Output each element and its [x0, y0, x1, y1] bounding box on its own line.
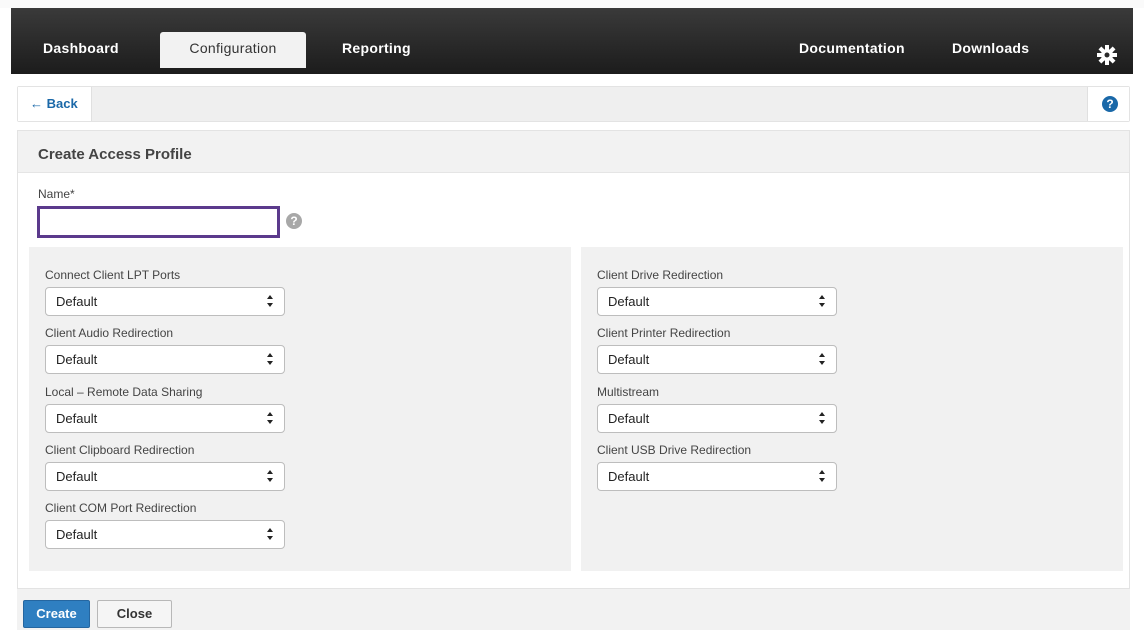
field-label-client-com-port-redirection: Client COM Port Redirection — [45, 501, 197, 515]
field-label-client-drive-redirection: Client Drive Redirection — [597, 268, 724, 282]
top-strip — [0, 0, 1144, 8]
select-arrows-icon — [267, 295, 273, 307]
gear-icon[interactable] — [1096, 44, 1118, 66]
tab-downloads[interactable]: Downloads — [952, 38, 1029, 74]
page-title: Create Access Profile — [38, 146, 192, 163]
select-multistream[interactable]: Default — [597, 404, 837, 433]
select-arrows-icon — [267, 412, 273, 424]
select-arrows-icon — [819, 470, 825, 482]
panel-header: Create Access Profile — [18, 131, 1129, 173]
back-button[interactable]: ← Back — [18, 87, 92, 121]
close-button[interactable]: Close — [97, 600, 172, 628]
name-input[interactable] — [37, 206, 280, 238]
field-label-client-printer-redirection: Client Printer Redirection — [597, 326, 731, 340]
back-toolbar: ← Back ? — [17, 86, 1130, 122]
select-arrows-icon — [819, 353, 825, 365]
field-label-client-audio-redirection: Client Audio Redirection — [45, 326, 174, 340]
select-client-clipboard-redirection[interactable]: Default — [45, 462, 285, 491]
back-button-label: ← Back — [30, 96, 78, 111]
select-local-remote-data-sharing[interactable]: Default — [45, 404, 285, 433]
select-client-com-port-redirection[interactable]: Default — [45, 520, 285, 549]
select-value: Default — [608, 411, 650, 426]
tab-documentation[interactable]: Documentation — [799, 38, 905, 74]
select-value: Default — [608, 294, 650, 309]
field-help-icon[interactable]: ? — [286, 213, 302, 229]
tab-configuration[interactable]: Configuration — [160, 32, 306, 68]
select-arrows-icon — [819, 295, 825, 307]
help-icon: ? — [1102, 96, 1118, 112]
select-arrows-icon — [267, 353, 273, 365]
top-navigation-bar: Dashboard Configuration Reporting Docume… — [11, 8, 1133, 74]
form-footer: Create Close — [17, 588, 1130, 630]
select-value: Default — [56, 411, 98, 426]
field-label-connect-client-lpt-ports: Connect Client LPT Ports — [45, 268, 181, 282]
help-button[interactable]: ? — [1087, 87, 1129, 121]
select-value: Default — [56, 527, 98, 542]
field-label-multistream: Multistream — [597, 385, 660, 399]
field-label-client-clipboard-redirection: Client Clipboard Redirection — [45, 443, 195, 457]
select-client-usb-drive-redirection[interactable]: Default — [597, 462, 837, 491]
select-client-drive-redirection[interactable]: Default — [597, 287, 837, 316]
select-value: Default — [608, 352, 650, 367]
field-label-local-remote-data-sharing: Local – Remote Data Sharing — [45, 385, 203, 399]
tab-reporting[interactable]: Reporting — [342, 38, 411, 74]
select-value: Default — [608, 469, 650, 484]
select-arrows-icon — [267, 528, 273, 540]
create-button[interactable]: Create — [23, 600, 90, 628]
select-value: Default — [56, 352, 98, 367]
select-value: Default — [56, 294, 98, 309]
select-client-printer-redirection[interactable]: Default — [597, 345, 837, 374]
select-arrows-icon — [819, 412, 825, 424]
select-value: Default — [56, 469, 98, 484]
field-label-client-usb-drive-redirection: Client USB Drive Redirection — [597, 443, 752, 457]
tab-dashboard[interactable]: Dashboard — [43, 38, 119, 74]
name-label: Name* — [38, 187, 75, 201]
select-client-audio-redirection[interactable]: Default — [45, 345, 285, 374]
select-connect-client-lpt-ports[interactable]: Default — [45, 287, 285, 316]
select-arrows-icon — [267, 470, 273, 482]
